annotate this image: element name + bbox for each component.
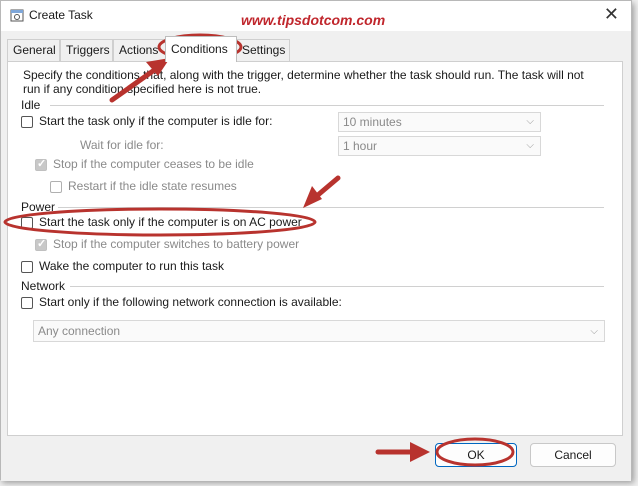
network-label: Start only if the following network conn… — [39, 295, 342, 309]
chevron-down-icon: ⌵ — [526, 140, 534, 151]
wait-for-idle-select[interactable]: 1 hour ⌵ — [338, 136, 541, 156]
idle-checkbox[interactable] — [21, 116, 33, 128]
ac-power-checkbox[interactable] — [21, 217, 33, 229]
network-connection-select[interactable]: Any connection ⌵ — [33, 320, 605, 342]
wake-checkbox[interactable] — [21, 261, 33, 273]
ac-power-label: Start the task only if the computer is o… — [39, 215, 302, 229]
network-divider — [70, 286, 604, 287]
description-line-1: Specify the conditions that, along with … — [23, 68, 584, 82]
stop-if-ceases-label: Stop if the computer ceases to be idle — [53, 157, 254, 171]
ok-button[interactable]: OK — [435, 443, 517, 467]
idle-for-value: 10 minutes — [343, 115, 402, 129]
wake-label: Wake the computer to run this task — [39, 259, 224, 273]
tab-triggers[interactable]: Triggers — [60, 39, 113, 61]
restart-if-resumes-checkbox[interactable] — [50, 181, 62, 193]
chevron-down-icon: ⌵ — [590, 326, 598, 337]
window-title: Create Task — [29, 8, 93, 22]
close-icon[interactable]: ✕ — [604, 4, 619, 25]
wait-for-idle-label: Wait for idle for: — [80, 138, 164, 152]
title-bar: Create Task www.tipsdotcom.com ✕ — [1, 1, 631, 31]
network-checkbox[interactable] — [21, 297, 33, 309]
tab-general[interactable]: General — [7, 39, 60, 61]
network-connection-value: Any connection — [38, 324, 121, 338]
tab-conditions[interactable]: Conditions — [165, 36, 237, 62]
network-section-label: Network — [21, 279, 66, 293]
cancel-button[interactable]: Cancel — [530, 443, 616, 467]
tab-settings[interactable]: Settings — [236, 39, 290, 61]
restart-if-resumes-label: Restart if the idle state resumes — [68, 179, 237, 193]
create-task-dialog: Create Task www.tipsdotcom.com ✕ General… — [0, 0, 632, 481]
stop-on-battery-checkbox[interactable] — [35, 237, 47, 251]
task-scheduler-icon — [10, 9, 24, 22]
power-section-label: Power — [21, 200, 56, 214]
watermark: www.tipsdotcom.com — [241, 12, 386, 28]
description-line-2: run if any condition specified here is n… — [23, 82, 262, 96]
wait-for-idle-value: 1 hour — [343, 139, 378, 153]
tab-actions[interactable]: Actions — [113, 39, 166, 61]
power-divider — [58, 207, 604, 208]
chevron-down-icon: ⌵ — [526, 116, 534, 127]
idle-divider — [50, 105, 604, 106]
stop-if-ceases-checkbox[interactable] — [35, 157, 47, 171]
stop-on-battery-label: Stop if the computer switches to battery… — [53, 237, 300, 251]
conditions-panel: Specify the conditions that, along with … — [7, 61, 623, 436]
dialog-footer: OK Cancel — [1, 436, 631, 481]
idle-checkbox-label: Start the task only if the computer is i… — [39, 114, 273, 128]
idle-section-label: Idle — [21, 98, 41, 112]
idle-for-select[interactable]: 10 minutes ⌵ — [338, 112, 541, 132]
